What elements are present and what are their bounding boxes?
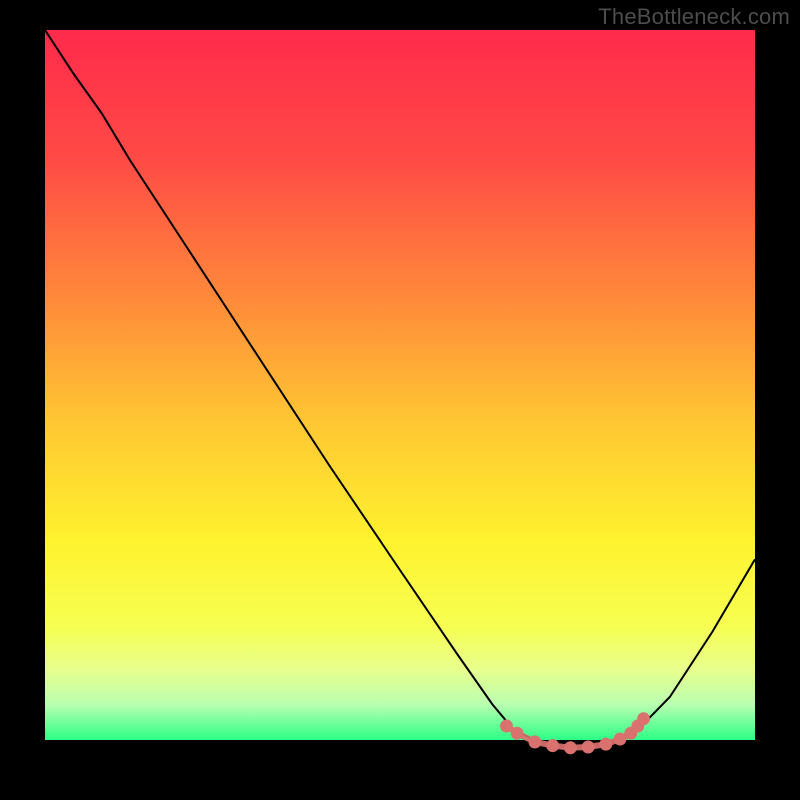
plot-area bbox=[45, 30, 755, 755]
curve-layer bbox=[45, 30, 755, 755]
chart-frame: TheBottleneck.com bbox=[0, 0, 800, 800]
bottleneck-curve bbox=[45, 30, 755, 748]
watermark-text: TheBottleneck.com bbox=[598, 4, 790, 30]
flat-region-markers bbox=[500, 712, 650, 754]
